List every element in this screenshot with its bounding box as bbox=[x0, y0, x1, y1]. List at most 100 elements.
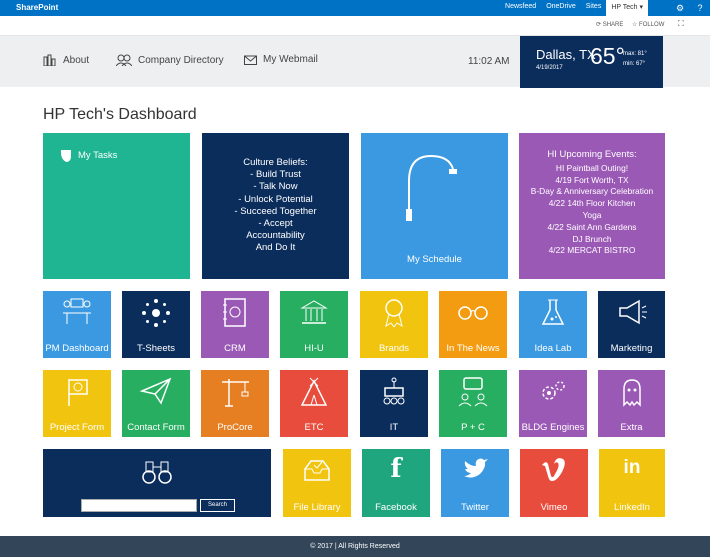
procore-tile[interactable]: ProCore bbox=[201, 370, 269, 437]
t-sheets-tile[interactable]: T-Sheets bbox=[122, 291, 190, 358]
twitter-tile[interactable]: Twitter bbox=[441, 449, 509, 517]
idea-lab-label: Idea Lab bbox=[534, 343, 572, 354]
onedrive-link[interactable]: OneDrive bbox=[541, 0, 581, 16]
event-line: B-Day & Anniversary Celebration bbox=[530, 186, 654, 197]
webmail-link[interactable]: My Webmail bbox=[244, 54, 318, 65]
robot-rover-icon bbox=[383, 377, 405, 405]
company-directory-label: Company Directory bbox=[138, 54, 224, 66]
project-form-label: Project Form bbox=[49, 422, 105, 433]
file-library-tile[interactable]: File Library bbox=[283, 449, 351, 517]
people-icon bbox=[116, 54, 132, 66]
weather-min: min: 67° bbox=[623, 61, 646, 67]
weather-city: Dallas, TX bbox=[536, 47, 596, 62]
meeting-table-icon bbox=[63, 298, 91, 324]
search-button[interactable]: Search bbox=[200, 499, 235, 512]
suite-links: Newsfeed OneDrive Sites HP Tech ▾ bbox=[500, 0, 648, 16]
culture-line: Culture Beliefs: bbox=[243, 157, 308, 168]
event-line: 4/22 14th Floor Kitchen bbox=[548, 198, 636, 209]
crane-icon bbox=[222, 379, 249, 407]
company-directory-link[interactable]: Company Directory bbox=[116, 54, 224, 66]
it-tile[interactable]: IT bbox=[360, 370, 428, 437]
my-tasks-label: My Tasks bbox=[78, 150, 118, 161]
event-line: 4/22 MERCAT BISTRO bbox=[548, 245, 636, 256]
project-form-tile[interactable]: Project Form bbox=[43, 370, 111, 437]
etc-tile[interactable]: ETC bbox=[280, 370, 348, 437]
webmail-label: My Webmail bbox=[263, 54, 318, 65]
footer: © 2017 | All Rights Reserved bbox=[0, 536, 710, 557]
my-schedule-label: My Schedule bbox=[407, 254, 462, 265]
clock: 11:02 AM bbox=[468, 56, 510, 67]
contact-form-tile[interactable]: Contact Form bbox=[122, 370, 190, 437]
building-icon bbox=[43, 54, 56, 66]
event-line: HI Paintball Outing! bbox=[555, 162, 629, 173]
search-tile: Search bbox=[43, 449, 271, 517]
events-heading: HI Upcoming Events: bbox=[547, 149, 637, 160]
linkedin-tile[interactable]: in LinkedIn bbox=[599, 449, 665, 517]
it-label: IT bbox=[389, 422, 399, 433]
culture-line: And Do It bbox=[255, 242, 296, 254]
teepee-icon bbox=[300, 377, 328, 406]
my-tasks-tile[interactable]: My Tasks bbox=[43, 133, 190, 279]
suite-bar: SharePoint Newsfeed OneDrive Sites HP Te… bbox=[0, 0, 710, 16]
about-link[interactable]: About bbox=[43, 54, 89, 66]
culture-line: - Unlock Potential bbox=[238, 193, 313, 205]
weather-widget: Dallas, TX 4/19/2017 65° max: 81° min: 6… bbox=[520, 36, 663, 88]
paper-plane-icon bbox=[139, 377, 172, 405]
hi-u-tile[interactable]: HI-U bbox=[280, 291, 348, 358]
event-line: DJ Brunch bbox=[572, 233, 612, 244]
crm-label: CRM bbox=[224, 343, 246, 354]
binoculars-icon bbox=[142, 461, 172, 484]
in-the-news-tile[interactable]: In The News bbox=[439, 291, 507, 358]
mail-icon bbox=[244, 55, 257, 65]
follow-label: FOLLOW bbox=[639, 22, 665, 28]
crm-tile[interactable]: CRM bbox=[201, 291, 269, 358]
sites-link[interactable]: Sites bbox=[581, 0, 607, 16]
award-ribbon-icon bbox=[385, 299, 403, 328]
suite-icons: ⚙ ? bbox=[670, 0, 710, 16]
focus-icon[interactable]: ⛶ bbox=[678, 19, 684, 29]
pm-dashboard-tile[interactable]: PM Dashboard bbox=[43, 291, 111, 358]
gear-icon[interactable]: ⚙ bbox=[670, 0, 690, 16]
in-the-news-label: In The News bbox=[446, 343, 500, 354]
top-nav: About Company Directory My Webmail 11:02… bbox=[0, 36, 710, 88]
twitter-bird-icon bbox=[464, 458, 488, 478]
facebook-label: Facebook bbox=[375, 502, 417, 513]
share-label: SHARE bbox=[602, 22, 624, 28]
pm-dashboard-label: PM Dashboard bbox=[45, 343, 109, 354]
culture-line: - Accept bbox=[258, 218, 293, 230]
event-line: 4/19 Fort Worth, TX bbox=[555, 174, 629, 185]
newsfeed-link[interactable]: Newsfeed bbox=[500, 0, 541, 16]
facebook-tile[interactable]: f Facebook bbox=[362, 449, 430, 517]
help-icon[interactable]: ? bbox=[690, 0, 710, 16]
share-button[interactable]: ⟳ SHARE bbox=[596, 21, 623, 28]
page-title: HP Tech's Dashboard bbox=[43, 106, 197, 123]
weather-max: max: 81° bbox=[623, 51, 647, 57]
my-schedule-tile[interactable]: My Schedule bbox=[361, 133, 508, 279]
follow-button[interactable]: ☆ FOLLOW bbox=[632, 21, 664, 28]
p-plus-c-tile[interactable]: P + C bbox=[439, 370, 507, 437]
marketing-label: Marketing bbox=[610, 343, 653, 354]
event-line: 4/22 Saint Ann Gardens bbox=[547, 221, 637, 232]
search-input[interactable] bbox=[81, 499, 197, 512]
gears-icon bbox=[542, 381, 565, 400]
flag-icon bbox=[68, 379, 88, 406]
share-bar: ⟳ SHARE ☆ FOLLOW ⛶ bbox=[0, 16, 710, 36]
event-line: Yoga bbox=[582, 209, 602, 220]
etc-label: ETC bbox=[304, 422, 324, 433]
culture-line: - Build Trust bbox=[250, 169, 301, 181]
file-library-label: File Library bbox=[293, 502, 341, 513]
p-plus-c-label: P + C bbox=[461, 422, 485, 433]
bldg-engines-label: BLDG Engines bbox=[521, 422, 585, 433]
culture-line: Accountability bbox=[246, 230, 305, 242]
contact-form-label: Contact Form bbox=[127, 422, 185, 433]
app-brand[interactable]: SharePoint bbox=[16, 3, 58, 12]
sparkle-icon bbox=[142, 299, 170, 327]
brands-tile[interactable]: Brands bbox=[360, 291, 428, 358]
bldg-engines-tile[interactable]: BLDG Engines bbox=[519, 370, 587, 437]
extra-tile[interactable]: Extra bbox=[598, 370, 665, 437]
idea-lab-tile[interactable]: Idea Lab bbox=[519, 291, 587, 358]
vimeo-tile[interactable]: Vimeo bbox=[520, 449, 588, 517]
marketing-tile[interactable]: Marketing bbox=[598, 291, 665, 358]
linkedin-icon: in bbox=[623, 457, 641, 478]
user-menu[interactable]: HP Tech ▾ bbox=[606, 0, 648, 16]
